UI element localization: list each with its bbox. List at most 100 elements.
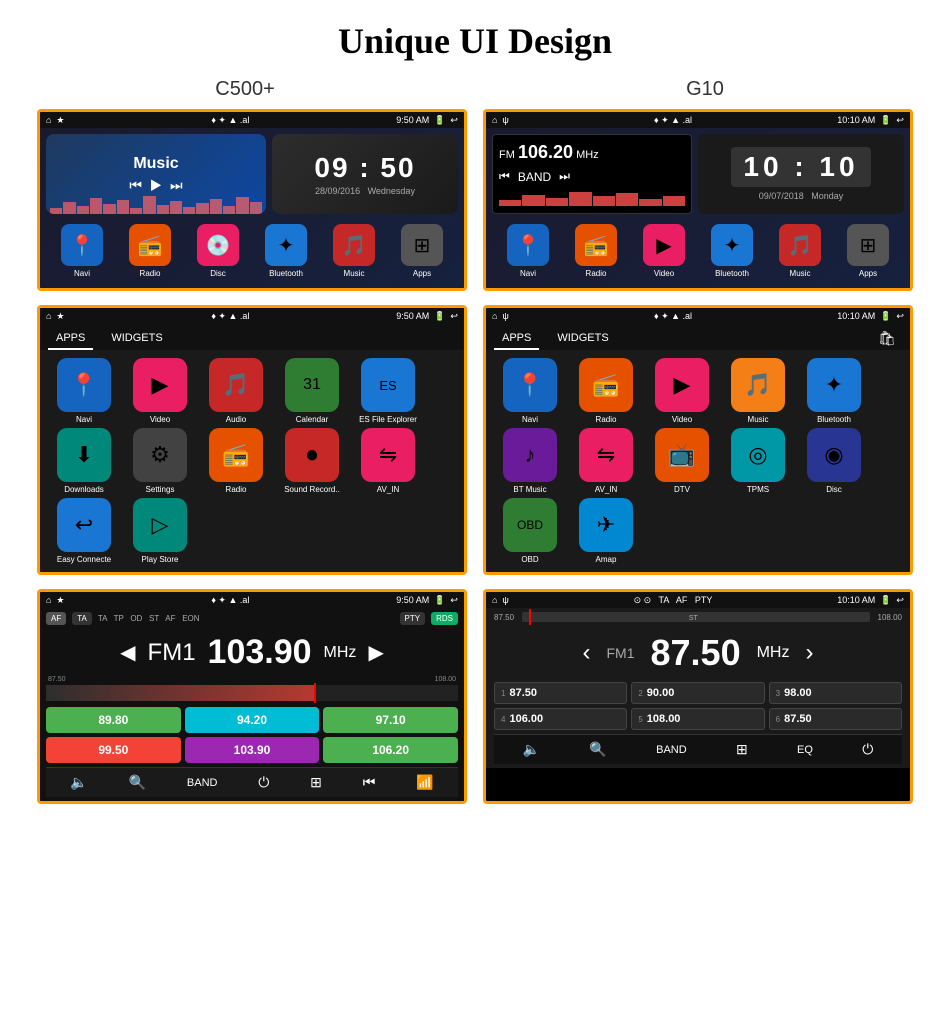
c500-radio-icon[interactable]: 📻 Radio (129, 224, 171, 278)
c500-preset-6[interactable]: 106.20 (323, 737, 458, 763)
g10-app-navi[interactable]: 📍 Navi (494, 358, 566, 424)
c500-app-calendar[interactable]: 31 Calendar (276, 358, 348, 424)
col1-label: C500+ (35, 78, 455, 101)
g10-radio-prev[interactable]: ‹ (583, 639, 591, 667)
g10-music-icon[interactable]: 🎵 Music (779, 224, 821, 278)
g10-power-icon[interactable]: ⏻ (862, 741, 873, 758)
g10-app-radio[interactable]: 📻 Radio (570, 358, 642, 424)
navi-img: 📍 (61, 224, 103, 266)
g10-radio-status: ⌂ ψ ⊙ ⊙ TA AF PTY 10:10 AM 🔋 ↩ (486, 592, 910, 608)
c500-radio-next[interactable]: ▶ (368, 640, 383, 665)
g10-apps-icon[interactable]: ⊞ Apps (847, 224, 889, 278)
g10-app-dtv[interactable]: 📺 DTV (646, 428, 718, 494)
c500-status-time: 9:50 AM 🔋 ↩ (396, 115, 458, 126)
g10-radio-icon[interactable]: 📻 Radio (575, 224, 617, 278)
c500-radio-af[interactable]: AF (46, 612, 66, 625)
g10-app-music[interactable]: 🎵 Music (722, 358, 794, 424)
c500-app-avin[interactable]: ⇋ AV_IN (352, 428, 424, 494)
c500-radio-pty[interactable]: PTY (400, 612, 426, 625)
c500-disc-icon[interactable]: 💿 Disc (197, 224, 239, 278)
c500-radio-vol[interactable]: 🔈 (70, 774, 87, 791)
g10-app-tpms[interactable]: ◎ TPMS (722, 428, 794, 494)
g10-radio-mhz: MHz (757, 644, 790, 662)
c500-radio-band-btn[interactable]: BAND (187, 777, 218, 789)
c500-app-audio[interactable]: 🎵 Audio (200, 358, 272, 424)
g10-clock-date: 09/07/2018 Monday (759, 191, 844, 201)
g10-app-disc[interactable]: ◉ Disc (798, 428, 870, 494)
g10-grid-icon[interactable]: ⊞ (736, 741, 748, 758)
c500-tab-widgets[interactable]: WIDGETS (103, 328, 170, 350)
c500-app-navi[interactable]: 📍 Navi (48, 358, 120, 424)
g10-tab-widgets[interactable]: WIDGETS (549, 328, 616, 350)
disc-label: Disc (210, 269, 226, 278)
c500-radio-search[interactable]: 🔍 (129, 774, 146, 791)
c500-music-widget[interactable]: Music ⏮ ▶ ⏭ (46, 134, 266, 214)
c500-preset-5[interactable]: 103.90 (185, 737, 320, 763)
c500-radio-ta[interactable]: TA (72, 612, 92, 625)
c500-apps-content: APPS WIDGETS 📍 Navi ▶ Video 🎵 Audio (40, 324, 464, 572)
c500-apps-grid: 📍 Navi ▶ Video 🎵 Audio 31 Calendar (40, 350, 464, 572)
c500-preset-3[interactable]: 97.10 (323, 707, 458, 733)
g10-preset-5[interactable]: 5 108.00 (631, 708, 764, 730)
c500-apps-status: ⌂ ★ ♦ ✦ ▲ .al 9:50 AM 🔋 ↩ (40, 308, 464, 324)
c500-app-soundrecord[interactable]: ⏺ Sound Record.. (276, 428, 348, 494)
apps-img: ⊞ (401, 224, 443, 266)
g10-app-obd[interactable]: OBD OBD (494, 498, 566, 564)
c500-home-screen: ⌂ ★ ♦ ✦ ▲ .al 9:50 AM 🔋 ↩ Music ⏮ ▶ ⏭ (37, 109, 467, 291)
g10-eq-btn[interactable]: EQ (797, 744, 813, 756)
g10-apps-status: ⌂ ψ ♦ ✦ ▲ .al 10:10 AM 🔋 ↩ (486, 308, 910, 324)
g10-app-video[interactable]: ▶ Video (646, 358, 718, 424)
c500-app-radio[interactable]: 📻 Radio (200, 428, 272, 494)
g10-preset-1[interactable]: 1 87.50 (494, 682, 627, 704)
bt-img: ✦ (265, 224, 307, 266)
c500-apps-icon[interactable]: ⊞ Apps (401, 224, 443, 278)
apps-label: Apps (413, 269, 431, 278)
g10-preset-grid: 1 87.50 2 90.00 3 98.00 4 106.00 (494, 682, 902, 730)
c500-music-bars (46, 194, 266, 214)
g10-navi-icon[interactable]: 📍 Navi (507, 224, 549, 278)
g10-radio-bottom: 🔈 🔍 BAND ⊞ EQ ⏻ (494, 734, 902, 764)
g10-bt-icon[interactable]: ✦ Bluetooth (711, 224, 753, 278)
c500-app-settings[interactable]: ⚙ Settings (124, 428, 196, 494)
g10-preset-2[interactable]: 2 90.00 (631, 682, 764, 704)
c500-app-video[interactable]: ▶ Video (124, 358, 196, 424)
c500-music-icon[interactable]: 🎵 Music (333, 224, 375, 278)
g10-app-avin[interactable]: ⇋ AV_IN (570, 428, 642, 494)
g10-store-icon[interactable]: 🛍 (872, 328, 902, 350)
navi-label: Navi (74, 269, 90, 278)
c500-app-easyconnect[interactable]: ↩ Easy Connecte (48, 498, 120, 564)
col2-label: G10 (495, 78, 915, 101)
g10-preset-3[interactable]: 3 98.00 (769, 682, 902, 704)
g10-video-icon[interactable]: ▶ Video (643, 224, 685, 278)
g10-radio-band-label: FM1 (607, 645, 635, 661)
c500-preset-1[interactable]: 89.80 (46, 707, 181, 733)
c500-radio-prev[interactable]: ◀ (120, 640, 135, 665)
c500-app-esfile[interactable]: ES ES File Explorer (352, 358, 424, 424)
c500-app-playstore[interactable]: ▷ Play Store (124, 498, 196, 564)
c500-radio-skip[interactable]: ⏮ (363, 774, 376, 791)
c500-radio-rds[interactable]: RDS (431, 612, 458, 625)
c500-navi-icon[interactable]: 📍 Navi (61, 224, 103, 278)
c500-radio-band-label: FM1 (148, 639, 196, 667)
c500-tab-apps[interactable]: APPS (48, 328, 93, 350)
g10-widgets: FM 106.20 MHz ⏮BAND⏭ (492, 134, 904, 214)
g10-tab-apps[interactable]: APPS (494, 328, 539, 350)
c500-radio-grid[interactable]: ⊞ (310, 774, 322, 791)
g10-app-btmusic[interactable]: ♪ BT Music (494, 428, 566, 494)
radio-row: ⌂ ★ ♦ ✦ ▲ .al 9:50 AM 🔋 ↩ AF TA TA TP OD… (15, 589, 935, 804)
g10-radio-widget[interactable]: FM 106.20 MHz ⏮BAND⏭ (492, 134, 692, 214)
c500-app-downloads[interactable]: ⬇ Downloads (48, 428, 120, 494)
g10-preset-4[interactable]: 4 106.00 (494, 708, 627, 730)
c500-preset-4[interactable]: 99.50 (46, 737, 181, 763)
c500-bt-icon[interactable]: ✦ Bluetooth (265, 224, 307, 278)
g10-search-icon[interactable]: 🔍 (589, 741, 606, 758)
g10-preset-6[interactable]: 6 87.50 (769, 708, 902, 730)
g10-app-bt[interactable]: ✦ Bluetooth (798, 358, 870, 424)
g10-vol-icon[interactable]: 🔈 (523, 741, 540, 758)
c500-radio-power[interactable]: ⏻ (258, 774, 269, 791)
c500-preset-2[interactable]: 94.20 (185, 707, 320, 733)
g10-radio-next[interactable]: › (805, 639, 813, 667)
g10-app-amap[interactable]: ✈ Amap (570, 498, 642, 564)
c500-radio-mhz: MHz (324, 644, 357, 662)
g10-band-btn[interactable]: BAND (656, 744, 687, 756)
